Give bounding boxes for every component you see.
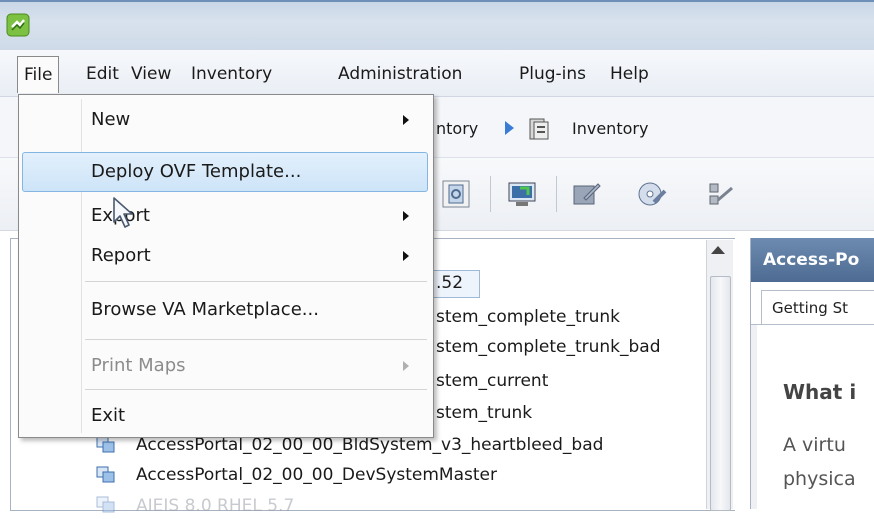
menu-bar: File Edit View Inventory Administration … (0, 50, 874, 97)
menu-view[interactable]: View (127, 61, 175, 87)
menu-plug-ins[interactable]: Plug-ins (515, 61, 590, 87)
menu-icon-gutter (81, 99, 82, 433)
menu-edit[interactable]: Edit (82, 61, 123, 87)
cd-dvd-icon[interactable] (636, 178, 668, 210)
inventory-icon (529, 118, 549, 140)
toolbar-separator (556, 176, 557, 212)
mouse-cursor-icon (113, 197, 133, 228)
menu-separator (85, 339, 427, 340)
menu-help[interactable]: Help (606, 61, 653, 87)
submenu-arrow-icon (403, 361, 409, 371)
vsphere-app-icon[interactable] (6, 13, 30, 37)
toolbar-separator (490, 176, 491, 212)
menu-separator (85, 389, 427, 390)
getting-started-text: physica (783, 468, 856, 490)
tree-row[interactable]: stem_complete_trunk (436, 304, 620, 330)
submenu-arrow-icon (403, 115, 409, 125)
vm-template-icon (96, 466, 115, 483)
console-settings-icon[interactable] (440, 178, 472, 210)
submenu-arrow-icon (403, 211, 409, 221)
menu-inventory[interactable]: Inventory (187, 61, 276, 87)
menu-separator (85, 281, 427, 282)
breadcrumb-arrow-icon (505, 121, 514, 135)
tree-row[interactable]: AccessPortal_02_00_00_DevSystemMaster (136, 462, 497, 488)
scrollbar-thumb[interactable] (710, 276, 731, 511)
network-icon[interactable] (704, 178, 736, 210)
vm-template-icon (96, 496, 115, 513)
breadcrumb-partial[interactable]: ntory (436, 119, 478, 138)
tree-row[interactable]: stem_trunk (436, 400, 532, 426)
menu-item-deploy-ovf-template[interactable]: Deploy OVF Template... (91, 157, 301, 187)
getting-started-heading: What i (783, 380, 857, 404)
menu-item-print-maps[interactable]: Print Maps (91, 351, 186, 381)
details-pane: Access-Po Getting St What i A virtu phys… (750, 238, 874, 509)
getting-started-text: A virtu (783, 434, 846, 456)
menu-item-browse-va-marketplace[interactable]: Browse VA Marketplace... (91, 295, 319, 325)
tree-row[interactable]: .52 (436, 270, 463, 296)
menu-item-report[interactable]: Report (91, 241, 151, 271)
edit-settings-icon[interactable] (570, 178, 602, 210)
details-pane-header: Access-Po (751, 238, 874, 282)
submenu-arrow-icon (403, 251, 409, 261)
tab-getting-started[interactable]: Getting St (761, 290, 874, 324)
tree-row[interactable]: stem_complete_trunk_bad (436, 334, 661, 360)
pane-edge (751, 325, 757, 509)
vm-template-icon (96, 436, 115, 453)
window-title-bar (0, 0, 874, 50)
console-icon[interactable] (506, 178, 538, 210)
tree-row[interactable]: stem_current (436, 368, 548, 394)
menu-item-exit[interactable]: Exit (91, 401, 125, 431)
scroll-up-arrow-icon[interactable] (711, 246, 725, 254)
menu-file[interactable]: File (17, 56, 60, 93)
tab-divider (751, 324, 874, 325)
file-menu-dropdown: New Deploy OVF Template... Export Report… (18, 94, 434, 438)
tree-scrollbar[interactable] (706, 240, 733, 511)
menu-administration[interactable]: Administration (334, 61, 466, 87)
tree-row[interactable]: AIEIS 8.0 RHEL 5.7 (136, 493, 294, 519)
menu-item-new[interactable]: New (91, 105, 130, 135)
breadcrumb-inventory[interactable]: Inventory (572, 119, 648, 138)
